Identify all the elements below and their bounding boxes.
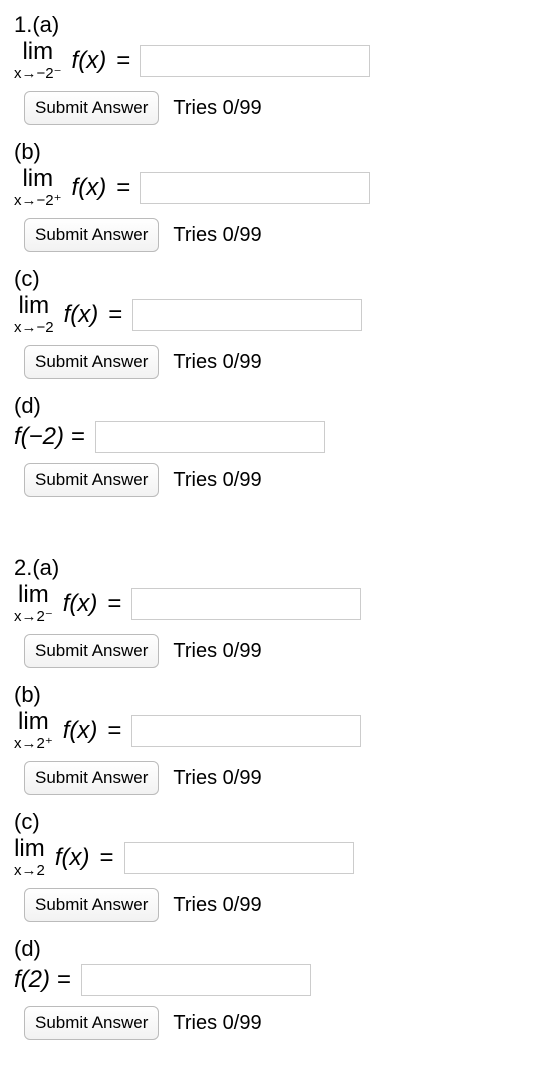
fx-text: f(x) [72,174,107,202]
answer-input[interactable] [131,715,361,747]
tries-text: Tries 0/99 [173,767,261,790]
part-label: (c) [14,266,519,292]
answer-input[interactable] [81,964,311,996]
expression-row: lim x→−2⁺ f(x) = [14,167,519,208]
submit-row: Submit Answer Tries 0/99 [24,345,519,379]
fx-text: f(x) [63,717,98,745]
submit-button[interactable]: Submit Answer [24,634,159,668]
tries-text: Tries 0/99 [173,640,261,663]
equals-sign: = [116,47,130,75]
submit-row: Submit Answer Tries 0/99 [24,634,519,668]
equals-sign: = [108,301,122,329]
q1b: (b) lim x→−2⁺ f(x) = Submit Answer Tries… [14,139,519,252]
part-label: (c) [14,809,519,835]
expression-row: f(2) = [14,964,519,996]
submit-button[interactable]: Submit Answer [24,218,159,252]
equals-sign: = [100,844,114,872]
answer-input[interactable] [140,172,370,204]
fx-text: f(x) [72,47,107,75]
q2c: (c) lim x→2 f(x) = Submit Answer Tries 0… [14,809,519,922]
expression-row: f(−2) = [14,421,519,453]
part-label: (d) [14,936,519,962]
answer-input[interactable] [95,421,325,453]
submit-button[interactable]: Submit Answer [24,761,159,795]
part-label: (b) [14,139,519,165]
submit-row: Submit Answer Tries 0/99 [24,761,519,795]
limit-notation: lim x→2⁻ [14,583,53,624]
question-gap [14,511,519,555]
tries-text: Tries 0/99 [173,351,261,374]
submit-button[interactable]: Submit Answer [24,463,159,497]
submit-row: Submit Answer Tries 0/99 [24,888,519,922]
limit-notation: lim x→−2⁺ [14,167,62,208]
expression-row: lim x→2⁻ f(x) = [14,583,519,624]
equals-sign: = [116,174,130,202]
limit-notation: lim x→2⁺ [14,710,53,751]
q1d: (d) f(−2) = Submit Answer Tries 0/99 [14,393,519,497]
submit-row: Submit Answer Tries 0/99 [24,218,519,252]
submit-button[interactable]: Submit Answer [24,888,159,922]
expression-row: lim x→−2⁻ f(x) = [14,40,519,81]
part-label: 1.(a) [14,12,519,38]
submit-button[interactable]: Submit Answer [24,1006,159,1040]
tries-text: Tries 0/99 [173,224,261,247]
submit-button[interactable]: Submit Answer [24,345,159,379]
submit-row: Submit Answer Tries 0/99 [24,91,519,125]
tries-text: Tries 0/99 [173,469,261,492]
limit-notation: lim x→−2 [14,294,54,335]
q1a: 1.(a) lim x→−2⁻ f(x) = Submit Answer Tri… [14,12,519,125]
part-label: (d) [14,393,519,419]
fx-expr: f(2) = [14,966,71,994]
limit-notation: lim x→2 [14,837,45,878]
submit-button[interactable]: Submit Answer [24,91,159,125]
fx-text: f(x) [64,301,99,329]
answer-input[interactable] [131,588,361,620]
part-label: (b) [14,682,519,708]
equals-sign: = [107,717,121,745]
expression-row: lim x→−2 f(x) = [14,294,519,335]
expression-row: lim x→2⁺ f(x) = [14,710,519,751]
submit-row: Submit Answer Tries 0/99 [24,463,519,497]
submit-row: Submit Answer Tries 0/99 [24,1006,519,1040]
q2d: (d) f(2) = Submit Answer Tries 0/99 [14,936,519,1040]
tries-text: Tries 0/99 [173,97,261,120]
answer-input[interactable] [132,299,362,331]
q1c: (c) lim x→−2 f(x) = Submit Answer Tries … [14,266,519,379]
fx-expr: f(−2) = [14,423,85,451]
fx-text: f(x) [63,590,98,618]
equals-sign: = [107,590,121,618]
q2b: (b) lim x→2⁺ f(x) = Submit Answer Tries … [14,682,519,795]
answer-input[interactable] [140,45,370,77]
fx-text: f(x) [55,844,90,872]
expression-row: lim x→2 f(x) = [14,837,519,878]
answer-input[interactable] [124,842,354,874]
tries-text: Tries 0/99 [173,894,261,917]
tries-text: Tries 0/99 [173,1012,261,1035]
q2a: 2.(a) lim x→2⁻ f(x) = Submit Answer Trie… [14,555,519,668]
limit-notation: lim x→−2⁻ [14,40,62,81]
part-label: 2.(a) [14,555,519,581]
